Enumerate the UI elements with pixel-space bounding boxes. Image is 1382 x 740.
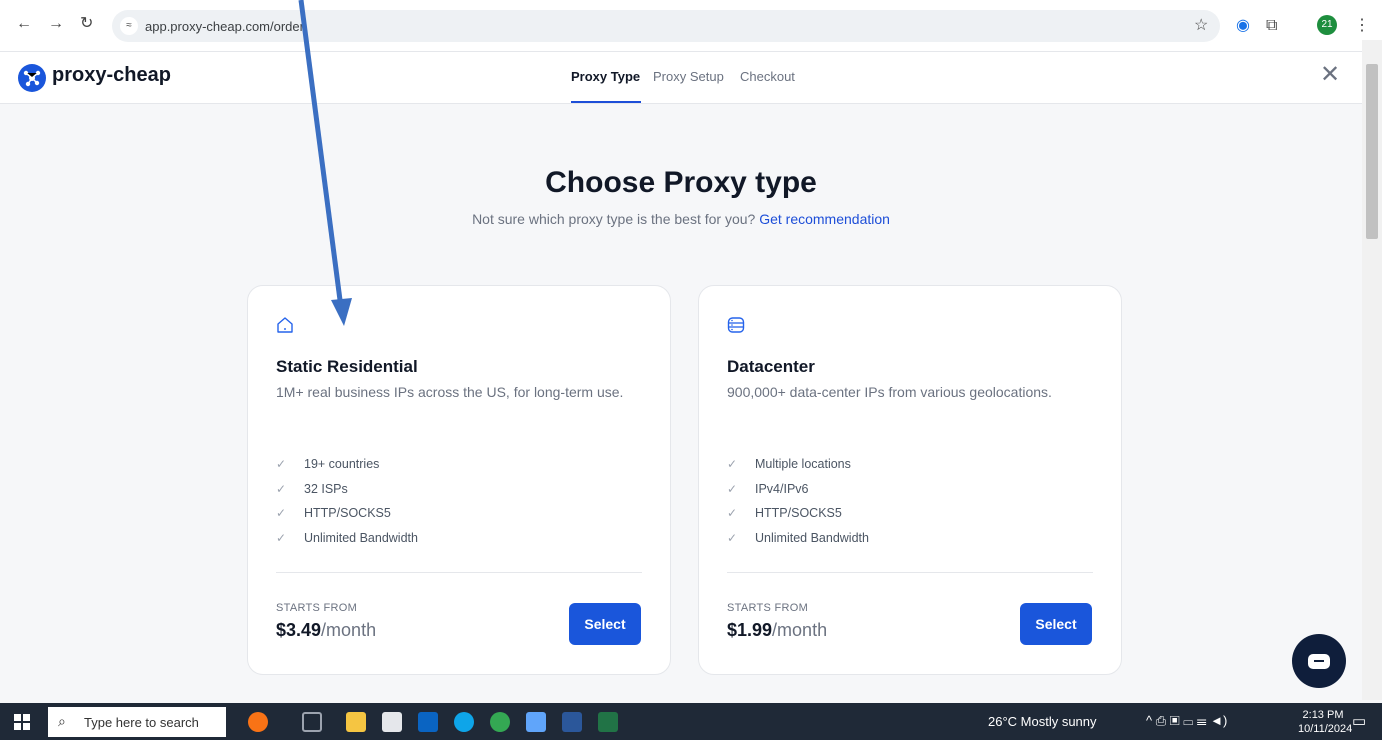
logo-icon: [18, 64, 46, 92]
select-button[interactable]: Select: [569, 603, 641, 645]
extension-icon[interactable]: ◉: [1236, 16, 1250, 36]
divider: [727, 572, 1093, 573]
feature-item: ✓ HTTP/SOCKS5: [276, 503, 418, 528]
tab-checkout[interactable]: Checkout: [740, 69, 795, 84]
check-icon: ✓: [276, 506, 287, 520]
notification-icon[interactable]: ▭: [1352, 712, 1366, 730]
get-recommendation-link[interactable]: Get recommendation: [759, 211, 890, 227]
page-subtitle: Not sure which proxy type is the best fo…: [0, 211, 1362, 227]
feature-item: ✓ Unlimited Bandwidth: [276, 528, 418, 553]
price: $1.99/month: [727, 620, 828, 640]
search-icon: ⌕: [58, 713, 66, 729]
card-description: 900,000+ data-center IPs from various ge…: [727, 384, 1052, 400]
taskbar-search[interactable]: ⌕ Type here to search: [48, 707, 226, 737]
feature-item: ✓ 32 ISPs: [276, 479, 418, 504]
feature-item: ✓ Unlimited Bandwidth: [727, 528, 869, 553]
edge-icon[interactable]: [454, 712, 474, 732]
scrollbar[interactable]: [1362, 40, 1382, 700]
search-placeholder: Type here to search: [84, 715, 199, 730]
store-icon[interactable]: [382, 712, 402, 732]
logo-text[interactable]: proxy-cheap: [52, 64, 171, 87]
task-view-icon[interactable]: [302, 712, 322, 732]
chrome-icon[interactable]: [490, 712, 510, 732]
reload-icon[interactable]: ↻: [80, 14, 93, 34]
bookmark-star-icon[interactable]: ☆: [1194, 16, 1208, 36]
feature-item: ✓ 19+ countries: [276, 454, 418, 479]
forward-icon[interactable]: →: [48, 14, 64, 34]
system-tray-icons[interactable]: ^ ⎙ ▣ ▭ ☰ ◄): [1146, 713, 1227, 729]
clock-date: 10/11/2024: [1298, 723, 1353, 735]
subtitle-text: Not sure which proxy type is the best fo…: [472, 211, 756, 227]
select-button[interactable]: Select: [1020, 603, 1092, 645]
menu-dots-icon[interactable]: ⋮: [1354, 16, 1370, 36]
weather-text[interactable]: 26°C Mostly sunny: [988, 714, 1097, 729]
chat-launcher-button[interactable]: [1292, 634, 1346, 688]
clock-time: 2:13 PM: [1302, 709, 1344, 721]
check-icon: ✓: [727, 457, 738, 471]
file-explorer-icon[interactable]: [346, 712, 366, 732]
feature-list: ✓ 19+ countries ✓ 32 ISPs ✓ HTTP/SOCKS5 ✓ Un…: [276, 454, 418, 552]
card-description: 1M+ real business IPs across the US, for…: [276, 384, 624, 400]
active-step-indicator: [571, 101, 641, 103]
feature-item: ✓ Multiple locations: [727, 454, 869, 479]
home-icon: [276, 316, 296, 336]
price: $3.49/month: [276, 620, 377, 640]
extensions-puzzle-icon[interactable]: ⧉: [1266, 16, 1277, 36]
windows-start-icon[interactable]: [14, 714, 30, 730]
taskbar: ⌕ Type here to search 26°C Mostly sunny …: [0, 703, 1382, 740]
app-icon[interactable]: [526, 712, 546, 732]
starts-from-label: STARTS FROM: [727, 602, 809, 614]
project-icon[interactable]: [598, 712, 618, 732]
address-bar[interactable]: ≈ app.proxy-cheap.com/order: [112, 10, 1220, 42]
url-text: app.proxy-cheap.com/order: [145, 19, 304, 34]
back-icon[interactable]: ←: [16, 14, 32, 34]
clock[interactable]: 2:13 PM 10/11/2024: [1298, 708, 1353, 736]
word-icon[interactable]: [562, 712, 582, 732]
annotation-arrow: [298, 0, 352, 326]
scrollbar-thumb[interactable]: [1366, 64, 1378, 239]
check-icon: ✓: [276, 457, 287, 471]
check-icon: ✓: [727, 506, 738, 520]
check-icon: ✓: [727, 481, 738, 496]
tab-proxy-type[interactable]: Proxy Type: [571, 69, 640, 84]
card-title: Static Residential: [276, 357, 418, 376]
feature-list: ✓ Multiple locations ✓ IPv4/IPv6 ✓ HTTP/SOC…: [727, 454, 869, 552]
divider: [276, 572, 642, 573]
site-settings-icon[interactable]: ≈: [120, 17, 138, 35]
check-icon: ✓: [276, 530, 287, 545]
outlook-icon[interactable]: [418, 712, 438, 732]
chat-icon: [1308, 654, 1330, 669]
close-icon[interactable]: ✕: [1320, 60, 1340, 89]
card-datacenter[interactable]: Datacenter 900,000+ data-center IPs from…: [698, 285, 1122, 675]
profile-avatar[interactable]: 21: [1317, 15, 1337, 35]
card-static-residential[interactable]: Static Residential 1M+ real business IPs…: [247, 285, 671, 675]
browser-toolbar: ← → ↻ ≈ app.proxy-cheap.com/order ☆ ◉ ⧉ …: [0, 0, 1382, 52]
app-header: proxy-cheap Proxy Type Proxy Setup Check…: [0, 52, 1362, 104]
feature-item: ✓ HTTP/SOCKS5: [727, 503, 869, 528]
card-title: Datacenter: [727, 357, 815, 376]
page-title: Choose Proxy type: [545, 166, 817, 199]
starts-from-label: STARTS FROM: [276, 602, 358, 614]
pumpkin-icon[interactable]: [248, 712, 268, 732]
tab-proxy-setup[interactable]: Proxy Setup: [653, 69, 724, 84]
check-icon: ✓: [727, 530, 738, 545]
server-icon: [727, 316, 747, 336]
check-icon: ✓: [276, 481, 287, 496]
feature-item: ✓ IPv4/IPv6: [727, 479, 869, 504]
